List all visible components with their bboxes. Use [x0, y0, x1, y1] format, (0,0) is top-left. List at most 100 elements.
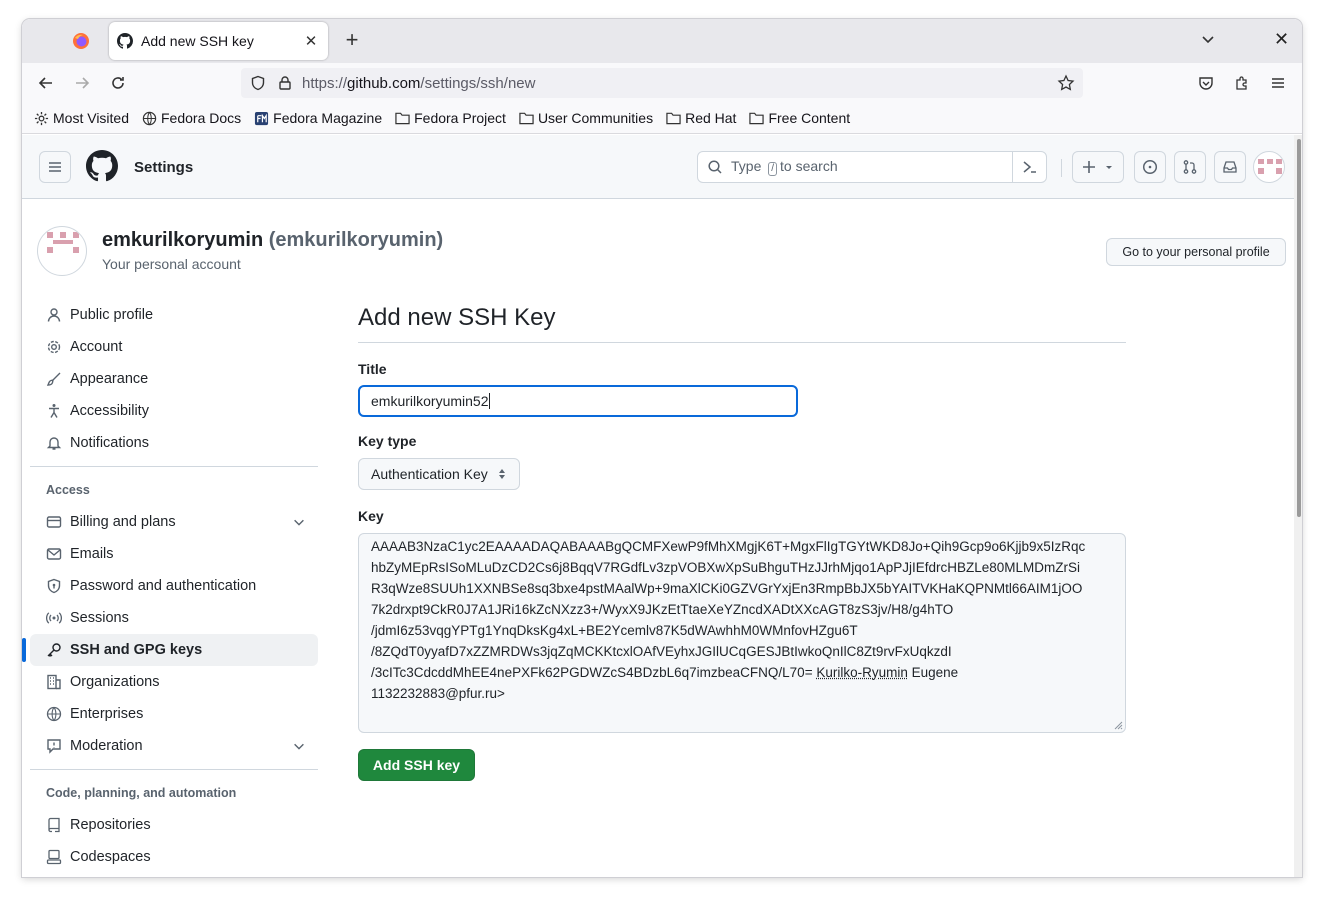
key-textarea[interactable]: AAAAB3NzaC1yc2EAAAADAQABAAABgQCMFXewP9fM… [358, 533, 1126, 733]
bookmark-fedora-magazine[interactable]: Fedora Magazine [254, 110, 382, 126]
bookmark-label: Fedora Magazine [273, 110, 383, 126]
sidebar-item-moderation[interactable]: Moderation [30, 730, 318, 762]
header-divider [1061, 159, 1062, 177]
person-icon [47, 308, 61, 322]
sidebar-heading-access: Access [46, 483, 90, 497]
account-subtitle: Your personal account [102, 256, 241, 272]
reload-button[interactable] [106, 71, 130, 95]
bookmark-fedora-project[interactable]: Fedora Project [395, 110, 506, 126]
sidebar-item-label: SSH and GPG keys [70, 642, 203, 658]
back-button[interactable] [34, 71, 58, 95]
key-line-comment: /3cITc3CdcddMhEE4nePXFk62PGDWZcS4BDzbL6q… [371, 662, 1113, 683]
sidebar-item-billing[interactable]: Billing and plans [30, 506, 318, 538]
inbox-button[interactable] [1214, 151, 1246, 183]
sidebar-item-password[interactable]: Password and authentication [30, 570, 318, 602]
title-input[interactable]: emkurilkoryumin52 [358, 385, 798, 417]
sidebar-item-notifications[interactable]: Notifications [30, 427, 318, 459]
issues-button[interactable] [1134, 151, 1166, 183]
page-title: Add new SSH Key [358, 299, 1126, 343]
command-palette-button[interactable] [1012, 152, 1046, 182]
github-favicon-icon [117, 33, 133, 49]
sidebar-item-label: Organizations [70, 674, 160, 690]
go-to-profile-button[interactable]: Go to your personal profile [1106, 238, 1286, 266]
chevron-down-icon[interactable] [292, 739, 306, 753]
pocket-button[interactable] [1194, 71, 1218, 95]
bookmark-user-communities[interactable]: User Communities [519, 110, 653, 126]
sidebar-item-account[interactable]: Account [30, 331, 318, 363]
chevron-down-icon[interactable] [292, 515, 306, 529]
bookmark-free-content[interactable]: Free Content [749, 110, 850, 126]
firefox-pinned-tab[interactable] [64, 27, 98, 55]
page-scrollbar-thumb[interactable] [1297, 139, 1301, 517]
sidebar-item-label: Account [70, 339, 123, 355]
tab-close-icon[interactable]: ✕ [302, 32, 320, 50]
user-avatar-button[interactable] [1253, 151, 1285, 183]
issue-opened-icon [1142, 159, 1158, 175]
bookmark-star-icon[interactable] [1057, 74, 1075, 92]
key-line: /jdmI6z53vqgYPTg1YnqDksKg4xL+BE2Ycemlv87… [371, 623, 858, 638]
pocket-icon [1199, 77, 1213, 90]
key-comment-firstname: Eugene [911, 665, 959, 680]
key-line: hbZyMEpRsISoMLuDzCD2Cs6j8BqqV7RGdfLv3zpV… [371, 560, 1081, 575]
puzzle-icon [1236, 76, 1247, 90]
url-text: https://github.com/settings/ssh/new [302, 75, 535, 92]
window-close-button[interactable]: ✕ [1274, 29, 1289, 50]
sidebar-item-enterprises[interactable]: Enterprises [30, 698, 318, 730]
url-bar[interactable]: https://github.com/settings/ssh/new [241, 68, 1083, 98]
bookmark-fedora-docs[interactable]: Fedora Docs [142, 110, 241, 126]
search-placeholder-rest: to search [780, 158, 838, 174]
search-placeholder: Type / to search [731, 158, 838, 176]
sidebar-item-label: Billing and plans [70, 514, 176, 530]
extensions-button[interactable] [1230, 71, 1254, 95]
account-display-name[interactable]: emkurilkoryumin [102, 229, 263, 251]
key-line: R3qWze8SUUh1XXNBSe8sq3bxe4pstMAalWp+9maX… [371, 581, 1083, 596]
broadcast-icon [46, 612, 62, 624]
sidebar-item-accessibility[interactable]: Accessibility [30, 395, 318, 427]
sidebar-item-label: Notifications [70, 435, 149, 451]
folder-icon [395, 112, 410, 125]
forward-button[interactable] [70, 71, 94, 95]
sidebar-item-public-profile[interactable]: Public profile [30, 299, 318, 331]
sidebar-item-label: Password and authentication [70, 578, 257, 594]
title-label: Title [358, 361, 387, 377]
sidebar-item-organizations[interactable]: Organizations [30, 666, 318, 698]
pull-requests-button[interactable] [1174, 151, 1206, 183]
active-tab[interactable]: Add new SSH key ✕ [109, 22, 328, 60]
github-mark-icon [86, 150, 118, 182]
sidebar-item-repositories[interactable]: Repositories [30, 809, 318, 841]
tab-strip: Add new SSH key ✕ + ✕ [22, 19, 1302, 63]
sidebar-item-emails[interactable]: Emails [30, 538, 318, 570]
hamburger-menu-icon [1272, 78, 1284, 88]
sidebar-item-sessions[interactable]: Sessions [30, 602, 318, 634]
key-type-select[interactable]: Authentication Key [358, 458, 520, 490]
inbox-icon [1223, 161, 1237, 173]
plus-icon [1083, 161, 1095, 173]
create-new-button[interactable] [1072, 151, 1124, 183]
credit-card-icon [46, 516, 62, 528]
lock-icon[interactable] [277, 75, 293, 91]
add-ssh-key-button[interactable]: Add SSH key [358, 749, 475, 781]
new-tab-button[interactable]: + [340, 29, 364, 53]
app-menu-button[interactable] [1266, 71, 1290, 95]
bookmark-red-hat[interactable]: Red Hat [666, 110, 736, 126]
identicon-icon [1258, 159, 1282, 174]
resize-handle-icon[interactable] [1113, 720, 1123, 730]
bookmark-most-visited[interactable]: Most Visited [34, 110, 129, 126]
open-global-nav-button[interactable] [39, 151, 71, 183]
sidebar-item-ssh-gpg-keys[interactable]: SSH and GPG keys [22, 634, 318, 666]
account-name: emkurilkoryumin (emkurilkoryumin) [102, 229, 443, 252]
search-placeholder-type: Type [731, 158, 762, 174]
github-logo-link[interactable] [86, 150, 118, 187]
list-all-tabs-button[interactable] [1200, 31, 1220, 51]
terminal-prompt-icon [1023, 161, 1036, 173]
shield-lock-icon [47, 578, 61, 594]
chevron-down-icon [1202, 36, 1214, 44]
sidebar-item-codespaces[interactable]: Codespaces [30, 841, 318, 873]
shield-icon[interactable] [250, 75, 266, 91]
sidebar-heading-code: Code, planning, and automation [46, 786, 237, 800]
context-title[interactable]: Settings [134, 159, 193, 176]
sidebar-item-appearance[interactable]: Appearance [30, 363, 318, 395]
account-avatar [37, 226, 87, 276]
search-input[interactable]: Type / to search [697, 151, 1047, 183]
fedora-magazine-icon [255, 111, 269, 125]
